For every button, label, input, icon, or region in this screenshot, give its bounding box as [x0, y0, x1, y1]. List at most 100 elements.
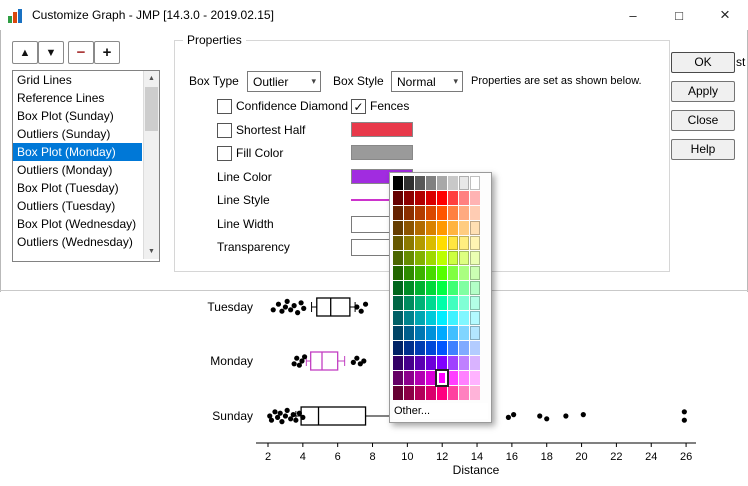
- palette-cell[interactable]: [437, 281, 447, 295]
- palette-cell[interactable]: [415, 251, 425, 265]
- palette-cell[interactable]: [426, 191, 436, 205]
- palette-cell[interactable]: [426, 296, 436, 310]
- palette-cell[interactable]: [437, 191, 447, 205]
- list-item[interactable]: Grid Lines: [13, 71, 142, 89]
- palette-cell[interactable]: [448, 191, 458, 205]
- list-scrollbar[interactable]: ▲ ▼: [143, 71, 159, 259]
- palette-cell[interactable]: [404, 386, 414, 400]
- palette-cell[interactable]: [404, 221, 414, 235]
- palette-cell[interactable]: [459, 356, 469, 370]
- palette-cell[interactable]: [448, 371, 458, 385]
- palette-cell[interactable]: [437, 356, 447, 370]
- palette-cell[interactable]: [437, 386, 447, 400]
- palette-cell[interactable]: [393, 386, 403, 400]
- palette-cell[interactable]: [448, 221, 458, 235]
- palette-cell[interactable]: [437, 221, 447, 235]
- list-item[interactable]: Box Plot (Sunday): [13, 107, 142, 125]
- palette-cell[interactable]: [426, 356, 436, 370]
- fill-color-swatch[interactable]: [351, 145, 413, 160]
- palette-cell[interactable]: [459, 341, 469, 355]
- palette-cell[interactable]: [415, 266, 425, 280]
- palette-cell[interactable]: [437, 311, 447, 325]
- palette-cell[interactable]: [426, 176, 436, 190]
- palette-cell[interactable]: [426, 251, 436, 265]
- palette-cell[interactable]: [459, 326, 469, 340]
- help-button[interactable]: Help: [671, 139, 735, 160]
- palette-cell[interactable]: [459, 371, 469, 385]
- minimize-button[interactable]: –: [610, 0, 656, 30]
- palette-cell[interactable]: [393, 251, 403, 265]
- ok-button[interactable]: OK: [671, 52, 735, 73]
- palette-cell[interactable]: [393, 206, 403, 220]
- palette-cell[interactable]: [393, 371, 403, 385]
- box-style-select[interactable]: Normal ▾: [391, 71, 463, 92]
- scroll-down-button[interactable]: ▼: [144, 244, 159, 259]
- palette-cell[interactable]: [426, 386, 436, 400]
- palette-cell[interactable]: [393, 296, 403, 310]
- palette-cell[interactable]: [404, 236, 414, 250]
- palette-cell[interactable]: [459, 221, 469, 235]
- checkbox-confidence-diamond[interactable]: [217, 99, 232, 114]
- shortest-half-swatch[interactable]: [351, 121, 413, 137]
- palette-cell[interactable]: [415, 371, 425, 385]
- maximize-button[interactable]: □: [656, 0, 702, 30]
- palette-cell[interactable]: [437, 236, 447, 250]
- palette-cell[interactable]: [426, 266, 436, 280]
- palette-cell[interactable]: [459, 281, 469, 295]
- palette-cell[interactable]: [437, 176, 447, 190]
- palette-cell[interactable]: [393, 266, 403, 280]
- palette-cell[interactable]: [448, 326, 458, 340]
- list-item[interactable]: Reference Lines: [13, 89, 142, 107]
- palette-cell[interactable]: [459, 266, 469, 280]
- palette-cell[interactable]: [393, 326, 403, 340]
- move-up-button[interactable]: ▲: [12, 41, 38, 64]
- palette-cell[interactable]: [470, 326, 480, 340]
- palette-cell[interactable]: [448, 251, 458, 265]
- move-down-button[interactable]: ▼: [38, 41, 64, 64]
- palette-cell[interactable]: [448, 281, 458, 295]
- palette-cell[interactable]: [404, 356, 414, 370]
- palette-cell[interactable]: [470, 311, 480, 325]
- box-type-select[interactable]: Outlier ▾: [247, 71, 321, 92]
- palette-cell[interactable]: [459, 386, 469, 400]
- palette-cell[interactable]: [404, 176, 414, 190]
- palette-cell[interactable]: [415, 191, 425, 205]
- palette-cell[interactable]: [404, 296, 414, 310]
- palette-cell[interactable]: [448, 236, 458, 250]
- palette-cell[interactable]: [415, 221, 425, 235]
- apply-button[interactable]: Apply: [671, 81, 735, 102]
- palette-cell[interactable]: [459, 176, 469, 190]
- palette-other-option[interactable]: Other...: [393, 403, 488, 419]
- palette-cell[interactable]: [393, 281, 403, 295]
- palette-cell[interactable]: [404, 251, 414, 265]
- list-item[interactable]: Box Plot (Wednesday): [13, 215, 142, 233]
- list-item[interactable]: Outliers (Wednesday): [13, 233, 142, 251]
- palette-cell[interactable]: [459, 236, 469, 250]
- palette-cell[interactable]: [415, 311, 425, 325]
- palette-cell[interactable]: [437, 296, 447, 310]
- palette-cell[interactable]: [459, 191, 469, 205]
- palette-cell[interactable]: [459, 311, 469, 325]
- palette-cell[interactable]: [415, 206, 425, 220]
- palette-cell[interactable]: [426, 281, 436, 295]
- remove-button[interactable]: −: [68, 41, 94, 64]
- palette-cell[interactable]: [437, 341, 447, 355]
- palette-cell[interactable]: [404, 191, 414, 205]
- palette-cell[interactable]: [437, 266, 447, 280]
- list-item[interactable]: Outliers (Monday): [13, 161, 142, 179]
- palette-cell[interactable]: [393, 236, 403, 250]
- close-action-button[interactable]: Close: [671, 110, 735, 131]
- palette-cell[interactable]: [470, 251, 480, 265]
- palette-cell[interactable]: [393, 191, 403, 205]
- palette-cell[interactable]: [448, 296, 458, 310]
- palette-cell[interactable]: [448, 206, 458, 220]
- palette-cell[interactable]: [437, 251, 447, 265]
- palette-cell[interactable]: [448, 386, 458, 400]
- palette-cell[interactable]: [415, 341, 425, 355]
- palette-cell[interactable]: [470, 206, 480, 220]
- palette-cell[interactable]: [470, 176, 480, 190]
- palette-cell[interactable]: [470, 296, 480, 310]
- scroll-up-button[interactable]: ▲: [144, 71, 159, 86]
- palette-cell[interactable]: [426, 326, 436, 340]
- palette-cell[interactable]: [404, 371, 414, 385]
